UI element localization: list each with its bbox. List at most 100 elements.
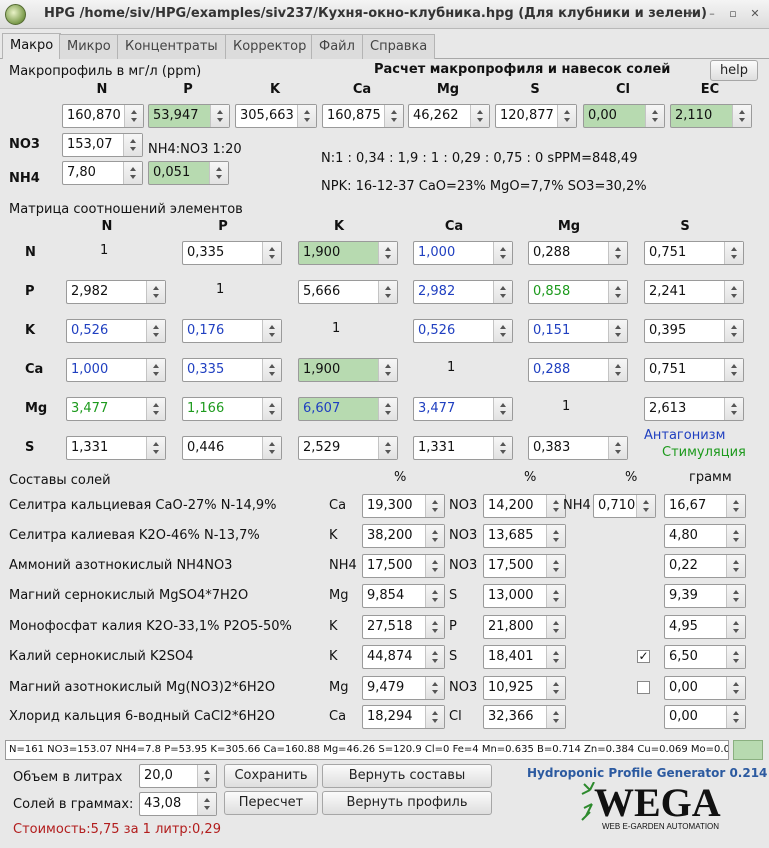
salt-pct1-1[interactable]: 19,300 — [362, 494, 445, 518]
salt-grams-8-stepper[interactable] — [726, 706, 745, 728]
tab-concentrates[interactable]: Концентраты — [117, 34, 226, 59]
matrix-cell-n-ca[interactable]: 1,000 — [413, 241, 513, 265]
matrix-cell-ca-s[interactable]: 0,751 — [644, 358, 744, 382]
salt-pct2-4[interactable]: 13,000 — [483, 584, 566, 608]
app-icon[interactable] — [5, 4, 26, 25]
salt-pct2-6-stepper[interactable] — [546, 646, 565, 668]
nh4-ratio-input[interactable]: 0,051 — [148, 161, 229, 185]
no3-input[interactable]: 153,07 — [62, 133, 143, 157]
salt-grams-4-stepper[interactable] — [726, 585, 745, 607]
macro-input-cl[interactable]: 0,00 — [583, 104, 665, 128]
salt-pct2-1[interactable]: 14,200 — [483, 494, 566, 518]
salt-pct1-3[interactable]: 17,500 — [362, 554, 445, 578]
matrix-cell-mg-p-stepper[interactable] — [262, 398, 281, 420]
matrix-cell-k-n[interactable]: 0,526 — [66, 319, 166, 343]
macro-input-ec[interactable]: 2,110 — [670, 104, 752, 128]
salt-pct1-6-stepper[interactable] — [425, 646, 444, 668]
matrix-cell-p-mg[interactable]: 0,858 — [528, 280, 628, 304]
matrix-cell-n-ca-stepper[interactable] — [493, 242, 512, 264]
tab-macro[interactable]: Макро — [2, 33, 62, 59]
matrix-cell-k-s-stepper[interactable] — [724, 320, 743, 342]
salt-pct2-3[interactable]: 17,500 — [483, 554, 566, 578]
matrix-cell-mg-k[interactable]: 6,607 — [298, 397, 398, 421]
matrix-cell-ca-n-stepper[interactable] — [146, 359, 165, 381]
salt-pct1-3-stepper[interactable] — [425, 555, 444, 577]
matrix-cell-s-k[interactable]: 2,529 — [298, 436, 398, 460]
matrix-cell-mg-p[interactable]: 1,166 — [182, 397, 282, 421]
salt-grams-1-stepper[interactable] — [726, 495, 745, 517]
matrix-cell-n-k-stepper[interactable] — [378, 242, 397, 264]
matrix-cell-ca-p[interactable]: 0,335 — [182, 358, 282, 382]
salt-grams-6[interactable]: 6,50 — [664, 645, 746, 669]
macro-input-s-stepper[interactable] — [557, 105, 576, 127]
macro-input-k[interactable]: 305,663 — [235, 104, 317, 128]
matrix-cell-p-k[interactable]: 5,666 — [298, 280, 398, 304]
salt-grams-6-stepper[interactable] — [726, 646, 745, 668]
salt-grams-5-stepper[interactable] — [726, 616, 745, 638]
salt-pct2-5[interactable]: 21,800 — [483, 615, 566, 639]
save-button[interactable]: Сохранить — [224, 764, 318, 788]
salt-pct1-8[interactable]: 18,294 — [362, 705, 445, 729]
salt-grams-4[interactable]: 9,39 — [664, 584, 746, 608]
nh4-stepper[interactable] — [123, 162, 142, 184]
matrix-cell-s-mg[interactable]: 0,383 — [528, 436, 628, 460]
matrix-cell-s-n-stepper[interactable] — [146, 437, 165, 459]
matrix-cell-mg-ca[interactable]: 3,477 — [413, 397, 513, 421]
matrix-cell-p-ca-stepper[interactable] — [493, 281, 512, 303]
salt-pct1-7[interactable]: 9,479 — [362, 676, 445, 700]
salt-pct1-8-stepper[interactable] — [425, 706, 444, 728]
salt-pct2-6[interactable]: 18,401 — [483, 645, 566, 669]
matrix-cell-n-mg-stepper[interactable] — [608, 242, 627, 264]
salt-grams-7[interactable]: 0,00 — [664, 676, 746, 700]
salt-grams-5[interactable]: 4,95 — [664, 615, 746, 639]
salt-grams-2[interactable]: 4,80 — [664, 524, 746, 548]
tab-file[interactable]: Файл — [311, 34, 363, 59]
matrix-cell-ca-k[interactable]: 1,900 — [298, 358, 398, 382]
salt-grams-2-stepper[interactable] — [726, 525, 745, 547]
salt-pct1-4-stepper[interactable] — [425, 585, 444, 607]
salt-pct2-3-stepper[interactable] — [546, 555, 565, 577]
matrix-cell-n-p[interactable]: 0,335 — [182, 241, 282, 265]
salt-pct2-2-stepper[interactable] — [546, 525, 565, 547]
matrix-cell-ca-mg[interactable]: 0,288 — [528, 358, 628, 382]
matrix-cell-s-ca[interactable]: 1,331 — [413, 436, 513, 460]
macro-input-n-stepper[interactable] — [124, 105, 143, 127]
matrix-cell-p-s[interactable]: 2,241 — [644, 280, 744, 304]
macro-input-mg-stepper[interactable] — [470, 105, 489, 127]
tab-corrector[interactable]: Корректор — [225, 34, 315, 59]
tab-help[interactable]: Справка — [362, 34, 436, 59]
volume-input[interactable]: 20,0 — [139, 764, 217, 788]
salt-pct1-5[interactable]: 27,518 — [362, 615, 445, 639]
salt-pct1-2[interactable]: 38,200 — [362, 524, 445, 548]
maximize-icon[interactable]: ▫ — [726, 7, 740, 21]
matrix-cell-n-s[interactable]: 0,751 — [644, 241, 744, 265]
nh4-ratio-stepper[interactable] — [209, 162, 228, 184]
salt-pct2-4-stepper[interactable] — [546, 585, 565, 607]
salt-grams-8[interactable]: 0,00 — [664, 705, 746, 729]
salts-grams-input[interactable]: 43,08 — [139, 792, 217, 816]
matrix-cell-p-ca[interactable]: 2,982 — [413, 280, 513, 304]
macro-input-cl-stepper[interactable] — [645, 105, 664, 127]
tab-micro[interactable]: Микро — [59, 34, 119, 59]
salt-pct2-8-stepper[interactable] — [546, 706, 565, 728]
salt-pct2-7[interactable]: 10,925 — [483, 676, 566, 700]
matrix-cell-s-k-stepper[interactable] — [378, 437, 397, 459]
macro-input-ca[interactable]: 160,875 — [322, 104, 404, 128]
matrix-cell-s-n[interactable]: 1,331 — [66, 436, 166, 460]
matrix-cell-p-mg-stepper[interactable] — [608, 281, 627, 303]
recalc-button[interactable]: Пересчет — [224, 791, 318, 815]
matrix-cell-k-ca-stepper[interactable] — [493, 320, 512, 342]
salt-pct2-2[interactable]: 13,685 — [483, 524, 566, 548]
salt-pct1-4[interactable]: 9,854 — [362, 584, 445, 608]
macro-input-ec-stepper[interactable] — [732, 105, 751, 127]
matrix-cell-ca-p-stepper[interactable] — [262, 359, 281, 381]
matrix-cell-p-n[interactable]: 2,982 — [66, 280, 166, 304]
matrix-cell-k-n-stepper[interactable] — [146, 320, 165, 342]
matrix-cell-ca-n[interactable]: 1,000 — [66, 358, 166, 382]
salt-lock-checkbox-7[interactable] — [637, 681, 650, 694]
macro-input-p[interactable]: 53,947 — [148, 104, 230, 128]
matrix-cell-n-k[interactable]: 1,900 — [298, 241, 398, 265]
matrix-cell-s-p-stepper[interactable] — [262, 437, 281, 459]
salts-grams-stepper[interactable] — [197, 793, 216, 815]
matrix-cell-ca-k-stepper[interactable] — [378, 359, 397, 381]
